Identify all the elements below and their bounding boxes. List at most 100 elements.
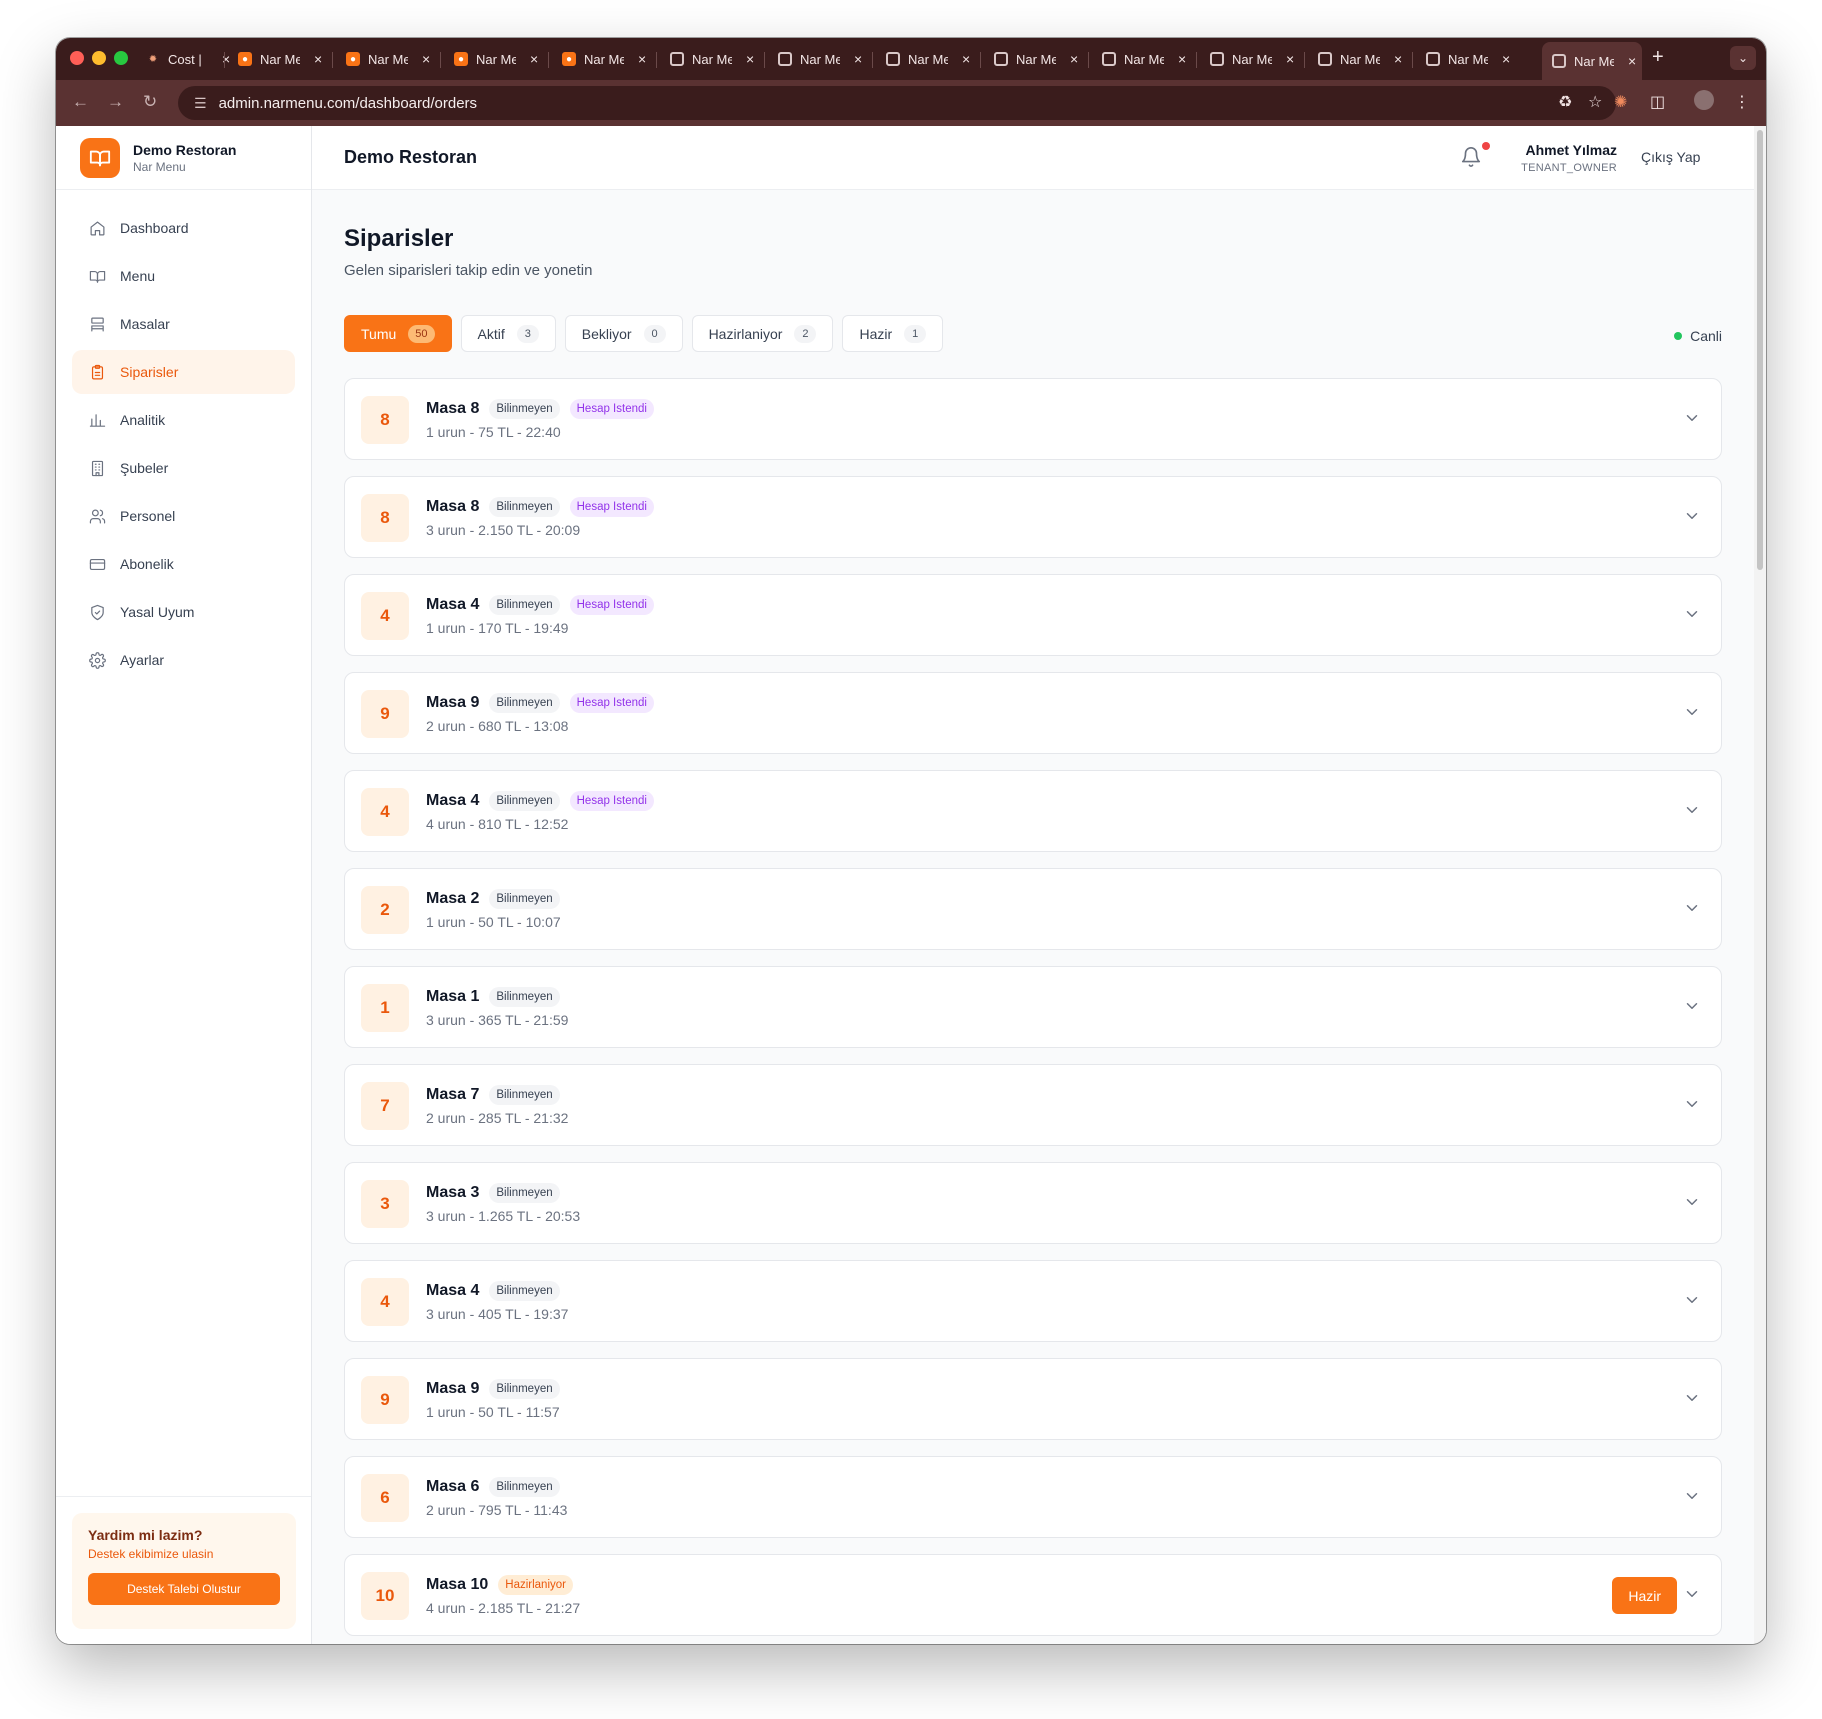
customer-badge: Bilinmeyen — [489, 1183, 560, 1203]
minimize-window-button[interactable] — [92, 51, 106, 65]
filter-tab-tumu[interactable]: Tumu 50 — [344, 315, 452, 352]
browser-menu-icon[interactable]: ⋮ — [1734, 92, 1750, 112]
order-row[interactable]: 8 Masa 8 Bilinmeyen Hesap Istendi 1 urun - 7… — [344, 378, 1722, 460]
sidebar-item-analitik[interactable]: Analitik — [72, 398, 295, 442]
order-row[interactable]: 3 Masa 3 Bilinmeyen 3 urun - 1.265 TL - 20:… — [344, 1162, 1722, 1244]
chevron-down-icon[interactable] — [1683, 1389, 1701, 1407]
home-icon — [88, 219, 106, 237]
close-tab-icon[interactable]: × — [1286, 51, 1294, 67]
close-tab-icon[interactable]: × — [1178, 51, 1186, 67]
create-support-ticket-button[interactable]: Destek Talebi Olustur — [88, 1573, 280, 1605]
page-scrollbar[interactable] — [1754, 126, 1766, 1644]
order-row[interactable]: 9 Masa 9 Bilinmeyen 1 urun - 50 TL - 11:57 — [344, 1358, 1722, 1440]
close-tab-icon[interactable]: × — [314, 51, 322, 67]
mark-ready-button[interactable]: Hazir — [1612, 1577, 1677, 1614]
chevron-down-icon[interactable] — [1683, 703, 1701, 721]
order-row[interactable]: 6 Masa 6 Bilinmeyen 2 urun - 795 TL - 11:43 — [344, 1456, 1722, 1538]
browser-tab[interactable]: Nar Me × — [984, 44, 1078, 74]
order-row[interactable]: 4 Masa 4 Bilinmeyen Hesap Istendi 1 urun - 1… — [344, 574, 1722, 656]
sidebar-item-dashboard[interactable]: Dashboard — [72, 206, 295, 250]
close-tab-icon[interactable]: × — [638, 51, 646, 67]
browser-tab[interactable]: Nar Me × — [1092, 44, 1186, 74]
browser-tab[interactable]: Nar Me × — [1200, 44, 1294, 74]
close-tab-icon[interactable]: × — [422, 51, 430, 67]
sidebar-item-abonelik[interactable]: Abonelik — [72, 542, 295, 586]
back-icon[interactable]: ← — [72, 92, 89, 112]
browser-tab[interactable]: ● Nar Me × — [444, 44, 538, 74]
reload-icon[interactable]: ↻ — [143, 92, 157, 112]
order-row[interactable]: 9 Masa 9 Bilinmeyen Hesap Istendi 2 urun - 6… — [344, 672, 1722, 754]
chevron-down-icon[interactable] — [1683, 605, 1701, 623]
order-row[interactable]: 1 Masa 1 Bilinmeyen 3 urun - 365 TL - 21:59 — [344, 966, 1722, 1048]
close-tab-icon[interactable]: × — [530, 51, 538, 67]
chevron-down-icon[interactable] — [1683, 997, 1701, 1015]
browser-tab[interactable]: ✹ Cost | × — [136, 44, 230, 74]
close-tab-icon[interactable]: × — [1394, 51, 1402, 67]
sidebar-item-menu[interactable]: Menu — [72, 254, 295, 298]
chevron-down-icon[interactable] — [1683, 1193, 1701, 1211]
card-icon — [88, 555, 106, 573]
close-tab-icon[interactable]: × — [1628, 53, 1636, 69]
scrollbar-thumb[interactable] — [1757, 130, 1763, 570]
sidebar-item-label: Analitik — [120, 412, 166, 428]
site-info-icon[interactable]: ☰ — [194, 95, 207, 112]
sidebar-item-yasal-uyum[interactable]: Yasal Uyum — [72, 590, 295, 634]
browser-tab[interactable]: Nar Me × — [1308, 44, 1402, 74]
filter-tab-aktif[interactable]: Aktif 3 — [460, 315, 556, 352]
logout-button[interactable]: Çıkış Yap — [1641, 149, 1700, 165]
sidebar-item-masalar[interactable]: Masalar — [72, 302, 295, 346]
sidebar-item-ayarlar[interactable]: Ayarlar — [72, 638, 295, 682]
order-row[interactable]: 8 Masa 8 Bilinmeyen Hesap Istendi 3 urun - 2… — [344, 476, 1722, 558]
sidebar-item-personel[interactable]: Personel — [72, 494, 295, 538]
browser-tab[interactable]: Nar Me × — [660, 44, 754, 74]
filter-tab-bekliyor[interactable]: Bekliyor 0 — [564, 315, 683, 352]
order-row[interactable]: 2 Masa 2 Bilinmeyen 1 urun - 50 TL - 10:07 — [344, 868, 1722, 950]
chevron-down-icon[interactable] — [1683, 899, 1701, 917]
table-number-badge: 4 — [361, 788, 409, 836]
close-tab-icon[interactable]: × — [854, 51, 862, 67]
order-meta: 3 urun - 1.265 TL - 20:53 — [426, 1208, 581, 1224]
url-text: admin.narmenu.com/dashboard/orders — [218, 94, 478, 112]
close-tab-icon[interactable]: × — [1502, 51, 1510, 67]
tab-title: Nar Me — [1016, 51, 1056, 67]
address-bar[interactable]: ☰ admin.narmenu.com/dashboard/orders ♻ ☆ — [178, 86, 1616, 120]
chevron-down-icon[interactable] — [1683, 1095, 1701, 1113]
close-tab-icon[interactable]: × — [746, 51, 754, 67]
browser-tab[interactable]: Nar Me × — [1416, 44, 1510, 74]
new-tab-button[interactable]: + — [1652, 46, 1664, 69]
sidebar-item-siparisler[interactable]: Siparisler — [72, 350, 295, 394]
browser-tab[interactable]: Nar Me × — [768, 44, 862, 74]
chevron-down-icon[interactable] — [1683, 1487, 1701, 1505]
forward-icon[interactable]: → — [107, 92, 124, 112]
filter-tab-hazir[interactable]: Hazir 1 — [842, 315, 944, 352]
browser-tab[interactable]: ● Nar Me × — [552, 44, 646, 74]
bookmark-star-icon[interactable]: ☆ — [1588, 92, 1602, 112]
browser-tab[interactable]: ● Nar Me × — [228, 44, 322, 74]
chevron-down-icon[interactable] — [1683, 801, 1701, 819]
order-row[interactable]: 7 Masa 7 Bilinmeyen 2 urun - 285 TL - 21:32 — [344, 1064, 1722, 1146]
order-row[interactable]: 4 Masa 4 Bilinmeyen Hesap Istendi 4 urun - 8… — [344, 770, 1722, 852]
browser-tab[interactable]: Nar Me × — [876, 44, 970, 74]
maximize-window-button[interactable] — [114, 51, 128, 65]
close-tab-icon[interactable]: × — [962, 51, 970, 67]
chevron-down-icon[interactable] — [1683, 1585, 1701, 1603]
sidebar-item--ubeler[interactable]: Şubeler — [72, 446, 295, 490]
chevron-down-icon[interactable] — [1683, 409, 1701, 427]
bell-icon[interactable] — [1460, 146, 1484, 170]
chevron-down-icon[interactable] — [1683, 507, 1701, 525]
close-window-button[interactable] — [70, 51, 84, 65]
translate-icon[interactable]: ♻ — [1558, 92, 1572, 112]
filter-tab-hazirlaniyor[interactable]: Hazirlaniyor 2 — [691, 315, 834, 352]
browser-tab[interactable]: Nar Me × — [1542, 42, 1642, 80]
profile-avatar[interactable] — [1694, 90, 1714, 110]
user-role: TENANT_OWNER — [1521, 162, 1617, 174]
claude-extension-icon[interactable]: ✺ — [1614, 92, 1627, 112]
extensions-icon[interactable]: ◫ — [1650, 92, 1665, 112]
order-row[interactable]: 4 Masa 4 Bilinmeyen 3 urun - 405 TL - 19:37 — [344, 1260, 1722, 1342]
close-tab-icon[interactable]: × — [1070, 51, 1078, 67]
order-row[interactable]: 10 Masa 10 Hazirlaniyor 4 urun - 2.185 TL -… — [344, 1554, 1722, 1636]
brand[interactable]: Demo Restoran Nar Menu — [56, 126, 311, 190]
tab-search-button[interactable]: ⌄ — [1730, 46, 1756, 70]
browser-tab[interactable]: ● Nar Me × — [336, 44, 430, 74]
chevron-down-icon[interactable] — [1683, 1291, 1701, 1309]
